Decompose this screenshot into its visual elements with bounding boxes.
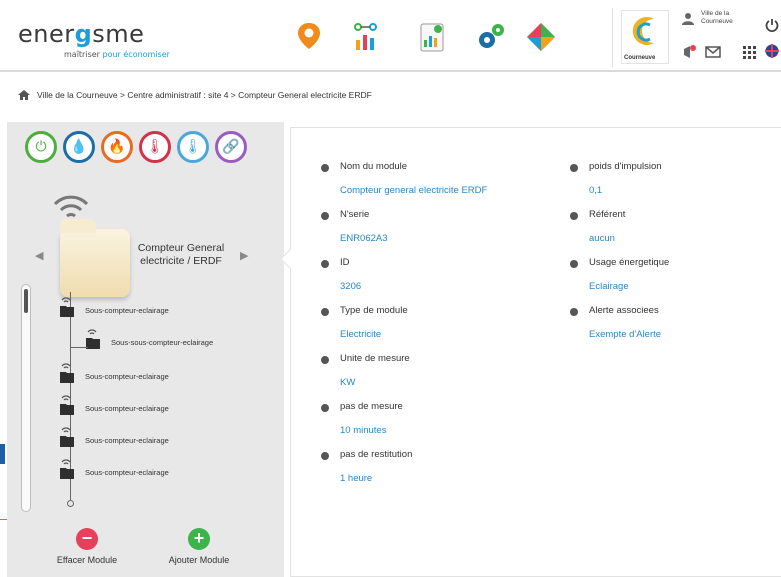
gas-flame-icon[interactable]: 🔥 [101, 131, 133, 163]
network-icon[interactable] [349, 20, 383, 54]
tree-end-node [67, 500, 74, 507]
edge-line [0, 519, 7, 520]
bullet-icon [321, 260, 329, 268]
field-value[interactable]: KW [340, 377, 355, 388]
temperature-icon[interactable]: 🌡 [139, 131, 171, 163]
next-module-arrow[interactable]: ▶ [240, 249, 248, 262]
user-name: Ville de la Courneuve [701, 10, 733, 25]
field-value[interactable]: Exempte d'Alerte [589, 329, 661, 340]
sub-meter-folder-icon [60, 395, 74, 415]
link-icon-glyph: 🔗 [222, 139, 240, 155]
app-header: energsme maîtriser pour économiser Courn… [0, 0, 781, 72]
sub-meter-folder-icon [60, 297, 74, 317]
thermometer-icon[interactable]: 🌡 [177, 131, 209, 163]
field-label: Alerte associees [589, 305, 659, 316]
bullet-icon [570, 164, 578, 172]
field-value[interactable]: Compteur general electricite ERDF [340, 185, 487, 196]
tree-scrollbar[interactable] [21, 284, 31, 512]
link-icon[interactable]: 🔗 [215, 131, 247, 163]
tree-item-label: Sous-compteur-eclairage [85, 436, 169, 445]
module-details-panel: Nom du module Compteur general electricit… [280, 127, 781, 577]
field-value[interactable]: 10 minutes [340, 425, 386, 436]
minus-icon: − [76, 528, 98, 550]
city-logo: Courneuve [621, 10, 669, 64]
field-label: Unite de mesure [340, 353, 410, 364]
apps-grid-icon[interactable] [741, 44, 757, 60]
bullet-icon [321, 308, 329, 316]
delete-module-label: Effacer Module [56, 555, 118, 565]
home-icon[interactable] [17, 89, 31, 101]
field-label: N'serie [340, 209, 370, 220]
report-icon[interactable] [414, 20, 448, 54]
field-value[interactable]: ENR062A3 [340, 233, 388, 244]
plus-icon: + [188, 528, 210, 550]
settings-gears-icon[interactable] [474, 20, 508, 54]
electricity-icon-glyph: ⏻ [35, 139, 47, 155]
tree-item-label: Sous-compteur-eclairage [85, 404, 169, 413]
field-value[interactable]: Electricite [340, 329, 381, 340]
thermometer-icon-glyph: 🌡 [184, 139, 202, 155]
add-module-button[interactable]: + Ajouter Module [159, 528, 239, 568]
field-label: pas de restitution [340, 449, 413, 460]
sub-meter-folder-icon [60, 459, 74, 479]
bullet-icon [321, 164, 329, 172]
field-value[interactable]: 0,1 [589, 185, 602, 196]
electricity-icon[interactable]: ⏻ [25, 131, 57, 163]
field-value[interactable]: 1 heure [340, 473, 372, 484]
bullet-icon [321, 404, 329, 412]
wifi-signal-icon [53, 195, 89, 218]
water-icon[interactable]: 💧 [63, 131, 95, 163]
tree-branch [70, 347, 88, 348]
field-label: pas de mesure [340, 401, 403, 412]
tree-item-label: Sous-compteur-eclairage [85, 306, 169, 315]
breadcrumb: Ville de la Courneuve > Centre administr… [17, 87, 372, 103]
edge-marker [0, 444, 5, 464]
mail-icon[interactable] [705, 44, 721, 60]
tree-item-label: Sous-sous-compteur-eclairage [111, 338, 214, 347]
field-label: ID [340, 257, 350, 268]
bullet-icon [570, 308, 578, 316]
water-icon-glyph: 💧 [70, 139, 88, 155]
puzzle-icon[interactable] [524, 20, 558, 54]
bullet-icon [321, 356, 329, 364]
bullet-icon [321, 212, 329, 220]
energisme-logo[interactable]: energsme maîtriser pour économiser [18, 10, 198, 60]
tree-item-label: Sous-compteur-eclairage [85, 372, 169, 381]
field-label: poids d'impulsion [589, 161, 662, 172]
module-tree-panel: ⏻ 💧 🔥 🌡 🌡 🔗 ◀ Compteur General electricite / … [7, 122, 284, 577]
header-user-area: Courneuve Ville de la Courneuve [612, 8, 781, 68]
field-label: Nom du module [340, 161, 408, 172]
user-profile[interactable]: Ville de la Courneuve [677, 10, 747, 34]
bullet-icon [570, 260, 578, 268]
field-value[interactable]: Eclairage [589, 281, 629, 292]
module-title: Compteur General electricite / ERDF [137, 242, 225, 267]
logo-tagline: maîtriser pour économiser [64, 50, 170, 59]
power-icon[interactable] [765, 18, 781, 34]
notification-icon[interactable] [681, 44, 697, 60]
location-pin-icon[interactable] [292, 20, 326, 54]
field-value[interactable]: aucun [589, 233, 615, 244]
field-value[interactable]: 3206 [340, 281, 361, 292]
tree-item-label: Sous-compteur-eclairage [85, 468, 169, 477]
field-label: Type de module [340, 305, 408, 316]
language-flag-icon[interactable] [765, 44, 781, 60]
sub-meter-folder-icon [60, 363, 74, 383]
gas-flame-icon-glyph: 🔥 [108, 139, 126, 155]
selected-module-folder[interactable] [60, 219, 130, 297]
bullet-icon [321, 452, 329, 460]
add-module-label: Ajouter Module [168, 555, 230, 565]
previous-module-arrow[interactable]: ◀ [35, 249, 43, 262]
logo-wordmark: energsme [18, 20, 145, 48]
bullet-icon [570, 212, 578, 220]
delete-module-button[interactable]: − Effacer Module [47, 528, 127, 568]
sub-meter-folder-icon [60, 427, 74, 447]
temperature-icon-glyph: 🌡 [146, 139, 164, 155]
field-label: Référent [589, 209, 626, 220]
field-label: Usage énergetique [589, 257, 670, 268]
breadcrumb-text[interactable]: Ville de la Courneuve > Centre administr… [37, 90, 372, 100]
